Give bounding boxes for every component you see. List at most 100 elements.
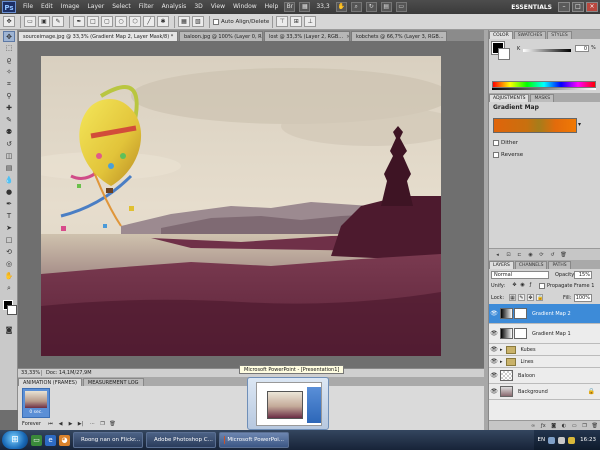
menu-3d[interactable]: 3D bbox=[190, 0, 206, 14]
menu-view[interactable]: View bbox=[207, 0, 229, 14]
tab-masks[interactable]: MASKS bbox=[530, 94, 555, 102]
checkbox-box[interactable] bbox=[539, 283, 545, 289]
close-icon[interactable]: × bbox=[176, 32, 177, 41]
start-button[interactable]: ⊞ bbox=[2, 431, 28, 449]
crop-tool-icon[interactable]: ⌗ bbox=[3, 79, 15, 90]
tab-animation-frames[interactable]: ANIMATION (FRAMES) bbox=[18, 378, 82, 386]
tab-kobchets[interactable]: kobchets @ 66,7% (Layer 3, RGB...× bbox=[351, 31, 447, 41]
new-group-icon[interactable]: ▭ bbox=[570, 422, 578, 430]
arrange-documents-icon[interactable]: ▤ bbox=[380, 2, 392, 12]
path-mode-icon[interactable]: ✎ bbox=[52, 16, 64, 27]
tab-swatches[interactable]: SWATCHES bbox=[513, 31, 547, 39]
background-color[interactable] bbox=[7, 305, 17, 315]
polygon-icon[interactable]: ⬡ bbox=[129, 16, 141, 27]
reset-icon[interactable]: ↺ bbox=[548, 251, 557, 259]
eye-icon[interactable]: 👁 bbox=[490, 346, 498, 353]
lock-transparency-icon[interactable]: ▦ bbox=[509, 294, 516, 301]
menu-filter[interactable]: Filter bbox=[135, 0, 158, 14]
tab-channels[interactable]: CHANNELS bbox=[514, 261, 548, 269]
next-frame-icon[interactable]: ▶| bbox=[76, 421, 85, 428]
mask-thumbnail[interactable] bbox=[514, 308, 527, 319]
security-icon[interactable] bbox=[568, 436, 576, 444]
checkbox-box[interactable] bbox=[493, 140, 499, 146]
mask-thumbnail[interactable] bbox=[514, 328, 527, 339]
add-mask-icon[interactable]: ◙ bbox=[550, 422, 558, 430]
lock-all-icon[interactable]: 🔒 bbox=[536, 294, 543, 301]
lasso-tool-icon[interactable]: ϱ bbox=[3, 55, 15, 66]
tab-paths[interactable]: PATHS bbox=[548, 261, 571, 269]
menu-image[interactable]: Image bbox=[57, 0, 84, 14]
eye-icon[interactable]: 👁 bbox=[490, 330, 498, 337]
extras-icon[interactable]: ▦ bbox=[299, 2, 311, 12]
screen-mode-icon[interactable]: ▭ bbox=[395, 2, 407, 12]
eye-icon[interactable]: 👁 bbox=[490, 358, 498, 365]
tab-styles[interactable]: STYLES bbox=[547, 31, 572, 39]
rotate-view-icon[interactable]: ↻ bbox=[365, 2, 377, 12]
expand-arrow-icon[interactable]: ▸ bbox=[500, 359, 503, 365]
rounded-rectangle-icon[interactable]: ▢ bbox=[101, 16, 113, 27]
previous-state-icon[interactable]: ⟳ bbox=[537, 251, 546, 259]
rectangle-icon[interactable]: □ bbox=[87, 16, 99, 27]
layer-row[interactable]: 👁 Gradient Map 2 bbox=[489, 304, 600, 324]
pen-icon[interactable]: ✒ bbox=[73, 16, 85, 27]
unify-style-icon[interactable]: ƒ bbox=[527, 282, 534, 289]
subtract-mode-icon[interactable]: ▧ bbox=[192, 16, 204, 27]
path-select-icon[interactable]: ➤ bbox=[3, 223, 15, 234]
layer-group-row[interactable]: 👁 ▸ Lines bbox=[489, 356, 600, 368]
add-mode-icon[interactable]: ▦ bbox=[178, 16, 190, 27]
workspace-switcher[interactable]: ESSENTIALS bbox=[505, 4, 558, 11]
layer-name[interactable]: Background bbox=[518, 389, 548, 395]
ellipse-icon[interactable]: ○ bbox=[115, 16, 127, 27]
tab-color[interactable]: COLOR bbox=[489, 31, 513, 39]
minimize-icon[interactable]: – bbox=[558, 2, 570, 12]
checkbox-box[interactable] bbox=[493, 152, 499, 158]
eyedropper-tool-icon[interactable]: ⚲ bbox=[3, 91, 15, 102]
taskbar-window-preview[interactable] bbox=[247, 377, 329, 430]
tween-icon[interactable]: ⋯ bbox=[88, 421, 97, 428]
layer-group-row[interactable]: 👁 ▸ Kubes bbox=[489, 344, 600, 356]
layer-name[interactable]: Baloon bbox=[518, 373, 535, 379]
network-icon[interactable] bbox=[548, 436, 556, 444]
zoom-tool-icon[interactable]: ⌕ bbox=[3, 283, 15, 294]
close-icon[interactable]: × bbox=[586, 2, 598, 12]
tab-layers[interactable]: LAYERS bbox=[489, 261, 514, 269]
hand-tool-icon[interactable]: ✋ bbox=[335, 2, 347, 12]
history-brush-icon[interactable]: ↺ bbox=[3, 139, 15, 150]
line-icon[interactable]: ╱ bbox=[143, 16, 155, 27]
custom-shape-icon[interactable]: ✱ bbox=[157, 16, 169, 27]
firefox-icon[interactable]: ◕ bbox=[59, 434, 70, 446]
task-firefox[interactable]: Roong nan on Flickr... bbox=[73, 432, 143, 448]
new-adjustment-icon[interactable]: ◐ bbox=[560, 422, 568, 430]
task-photoshop[interactable]: Adobe Photoshop C... bbox=[146, 432, 216, 448]
tab-sourceimage[interactable]: sourceimage.jpg @ 33,3% (Gradient Map 2,… bbox=[18, 31, 178, 41]
document-size[interactable]: Doc: 14,1M/27,9M bbox=[42, 370, 92, 376]
new-layer-icon[interactable]: ❐ bbox=[580, 422, 588, 430]
clip-layer-icon[interactable]: ⊏ bbox=[515, 251, 524, 259]
back-arrow-icon[interactable]: ◂ bbox=[493, 251, 502, 259]
close-icon[interactable]: × bbox=[346, 32, 349, 41]
tab-measurement-log[interactable]: MEASUREMENT LOG bbox=[82, 378, 144, 386]
k-slider[interactable] bbox=[523, 49, 571, 52]
play-icon[interactable]: ▶ bbox=[66, 421, 75, 428]
menu-window[interactable]: Window bbox=[229, 0, 261, 14]
layer-name[interactable]: Gradient Map 1 bbox=[532, 331, 571, 337]
layer-row[interactable]: 👁 Background 🔒 bbox=[489, 384, 600, 400]
maximize-icon[interactable]: □ bbox=[572, 2, 584, 12]
layer-row[interactable]: 👁 Gradient Map 1 bbox=[489, 324, 600, 344]
task-powerpoint[interactable]: Microsoft PowerPoi... bbox=[219, 432, 289, 448]
eye-icon[interactable]: 👁 bbox=[490, 388, 498, 395]
menu-help[interactable]: Help bbox=[261, 0, 283, 14]
eye-icon[interactable]: 👁 bbox=[490, 372, 498, 379]
type-tool-icon[interactable]: T bbox=[3, 211, 15, 222]
quick-select-tool-icon[interactable]: ✧ bbox=[3, 67, 15, 78]
layer-style-icon[interactable]: ƒx bbox=[539, 422, 547, 430]
rectangle-shape-icon[interactable]: ▭ bbox=[24, 16, 36, 27]
pen-tool-icon[interactable]: ✒ bbox=[3, 199, 15, 210]
expand-view-icon[interactable]: ⊡ bbox=[504, 251, 513, 259]
menu-layer[interactable]: Layer bbox=[83, 0, 108, 14]
auto-align-checkbox[interactable]: Auto Align/Delete bbox=[213, 18, 269, 25]
zoom-readout[interactable]: 33,3 bbox=[312, 0, 333, 14]
color-swatches[interactable] bbox=[0, 298, 17, 324]
tab-baloon[interactable]: baloon.jpg @ 100% (Layer 0, RGB/8) × bbox=[179, 31, 263, 41]
shape-layer-icon[interactable]: ▣ bbox=[38, 16, 50, 27]
